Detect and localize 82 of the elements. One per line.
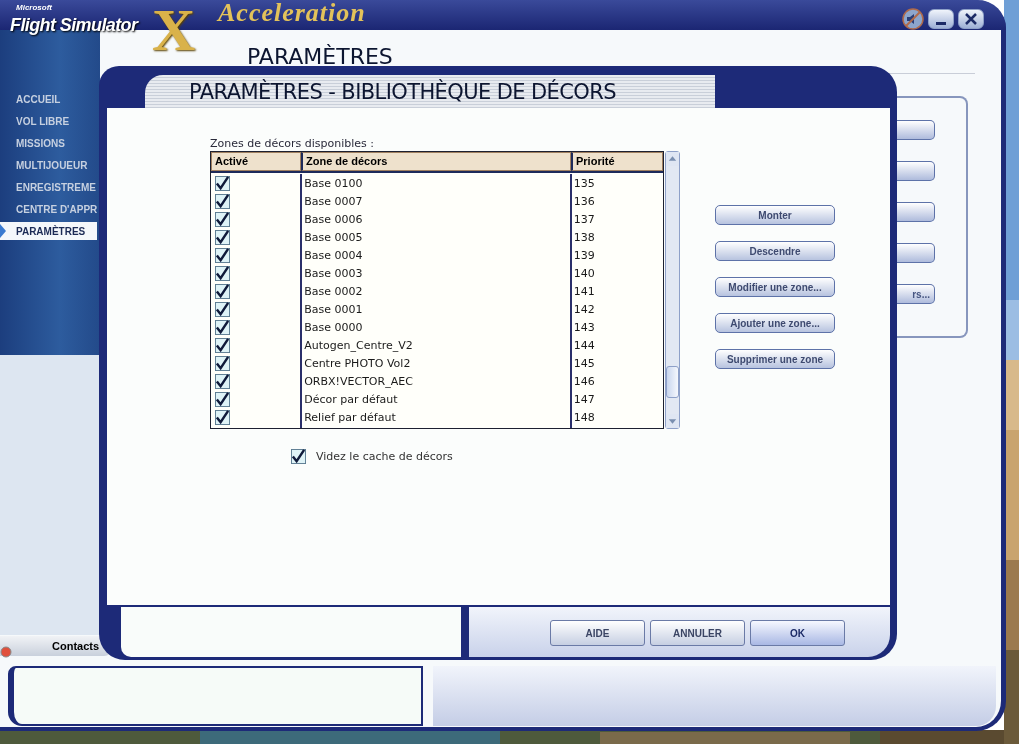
nav-item[interactable]: PARAMÈTRES <box>0 222 97 240</box>
table-cell-text: Base 0007 <box>303 193 364 210</box>
checked-checkbox[interactable] <box>215 247 230 263</box>
list-label: Zones de décors disponibles : <box>210 137 375 151</box>
action-button[interactable]: Ajouter une zone... <box>715 313 835 333</box>
table-cell-text: 141 <box>572 283 596 300</box>
checked-checkbox[interactable] <box>215 265 230 281</box>
checked-checkbox[interactable] <box>215 175 230 191</box>
dialog-button[interactable]: AIDE <box>550 620 645 646</box>
pointer-icon <box>0 224 6 238</box>
scroll-thumb[interactable] <box>666 366 679 398</box>
logo-product: Flight Simulator <box>10 15 138 36</box>
table-cell-text: Base 0001 <box>303 301 364 318</box>
table-cell-text: Autogen_Centre_V2 <box>303 337 414 354</box>
table-cell-text: 144 <box>572 337 596 354</box>
checked-checkbox[interactable] <box>215 337 230 353</box>
checked-checkbox[interactable] <box>215 391 230 407</box>
table-cell-text: 147 <box>572 391 596 408</box>
table-cell-text: 142 <box>572 301 596 318</box>
table-cell-text: Relief par défaut <box>303 409 397 426</box>
table-cell-text: Base 0004 <box>303 247 364 264</box>
nav-item[interactable]: MULTIJOUEUR <box>0 156 100 174</box>
action-button[interactable]: Supprimer une zone <box>715 349 835 369</box>
logo-edition: Acceleration <box>218 0 366 28</box>
checked-checkbox[interactable] <box>215 211 230 227</box>
nav-item[interactable]: CENTRE D'APPR <box>0 200 100 218</box>
checked-checkbox[interactable] <box>215 301 230 317</box>
nav-item[interactable]: ACCUEIL <box>0 90 100 108</box>
checked-checkbox[interactable] <box>215 229 230 245</box>
table-cell-text: Centre PHOTO Vol2 <box>303 355 412 372</box>
dialog-title: PARAMÈTRES - BIBLIOTHÈQUE DE DÉCORS <box>189 79 616 104</box>
checked-checkbox[interactable] <box>215 193 230 209</box>
scrollbar[interactable] <box>665 151 680 429</box>
table-cell-text: 145 <box>572 355 596 372</box>
checked-checkbox[interactable] <box>215 283 230 299</box>
table-cell-text: Base 0005 <box>303 229 364 246</box>
checked-checkbox[interactable] <box>215 373 230 389</box>
table-cell-text: 148 <box>572 409 596 426</box>
table-cell-text: 143 <box>572 319 596 336</box>
table-cell-text: 137 <box>572 211 596 228</box>
checked-checkbox[interactable] <box>215 409 230 425</box>
settings-button[interactable]: rs... <box>897 284 935 304</box>
table-cell-text: 136 <box>572 193 596 210</box>
column-header[interactable]: Zone de décors <box>301 152 571 171</box>
table-cell-text: 140 <box>572 265 596 282</box>
dialog-button[interactable]: ANNULER <box>650 620 745 646</box>
action-button[interactable]: Modifier une zone... <box>715 277 835 297</box>
button[interactable] <box>897 161 935 181</box>
table-cell-text: Base 0000 <box>303 319 364 336</box>
action-button[interactable]: Monter <box>715 205 835 225</box>
column-header[interactable]: Priorité <box>571 152 663 171</box>
table-cell-text: 135 <box>572 175 596 192</box>
checked-checkbox[interactable] <box>215 355 230 371</box>
table-cell-text: Base 0002 <box>303 283 364 300</box>
minimize-button[interactable] <box>928 9 954 29</box>
nav-item[interactable]: VOL LIBRE <box>0 112 100 130</box>
button[interactable] <box>897 202 935 222</box>
table-cell-text: Base 0003 <box>303 265 364 282</box>
minimize-icon <box>936 21 946 25</box>
button[interactable] <box>897 120 935 140</box>
table-cell-text: Base 0006 <box>303 211 364 228</box>
table-cell-text: ORBX!VECTOR_AEC <box>303 373 414 390</box>
close-icon <box>964 12 978 26</box>
muted-speaker-icon[interactable] <box>902 8 924 30</box>
table-cell-text: 146 <box>572 373 596 390</box>
nav-item[interactable]: MISSIONS <box>0 134 100 152</box>
table-cell-text: Décor par défaut <box>303 391 399 408</box>
nav-item[interactable]: ENREGISTREME <box>0 178 100 196</box>
page-title: PARAMÈTRES <box>247 44 393 69</box>
close-button[interactable] <box>958 9 984 29</box>
action-button[interactable]: Descendre <box>715 241 835 261</box>
column-header[interactable]: Activé <box>211 152 301 171</box>
table-cell-text: Base 0100 <box>303 175 364 192</box>
dialog-button[interactable]: OK <box>750 620 845 646</box>
button[interactable] <box>897 243 935 263</box>
table-cell-text: 138 <box>572 229 596 246</box>
table-cell-text: 139 <box>572 247 596 264</box>
checked-checkbox[interactable] <box>215 319 230 335</box>
checked-checkbox[interactable] <box>291 449 306 464</box>
logo-brand: Microsoft <box>16 3 52 12</box>
checkbox-label: Videz le cache de décors <box>316 450 453 463</box>
status-icon <box>0 646 12 658</box>
